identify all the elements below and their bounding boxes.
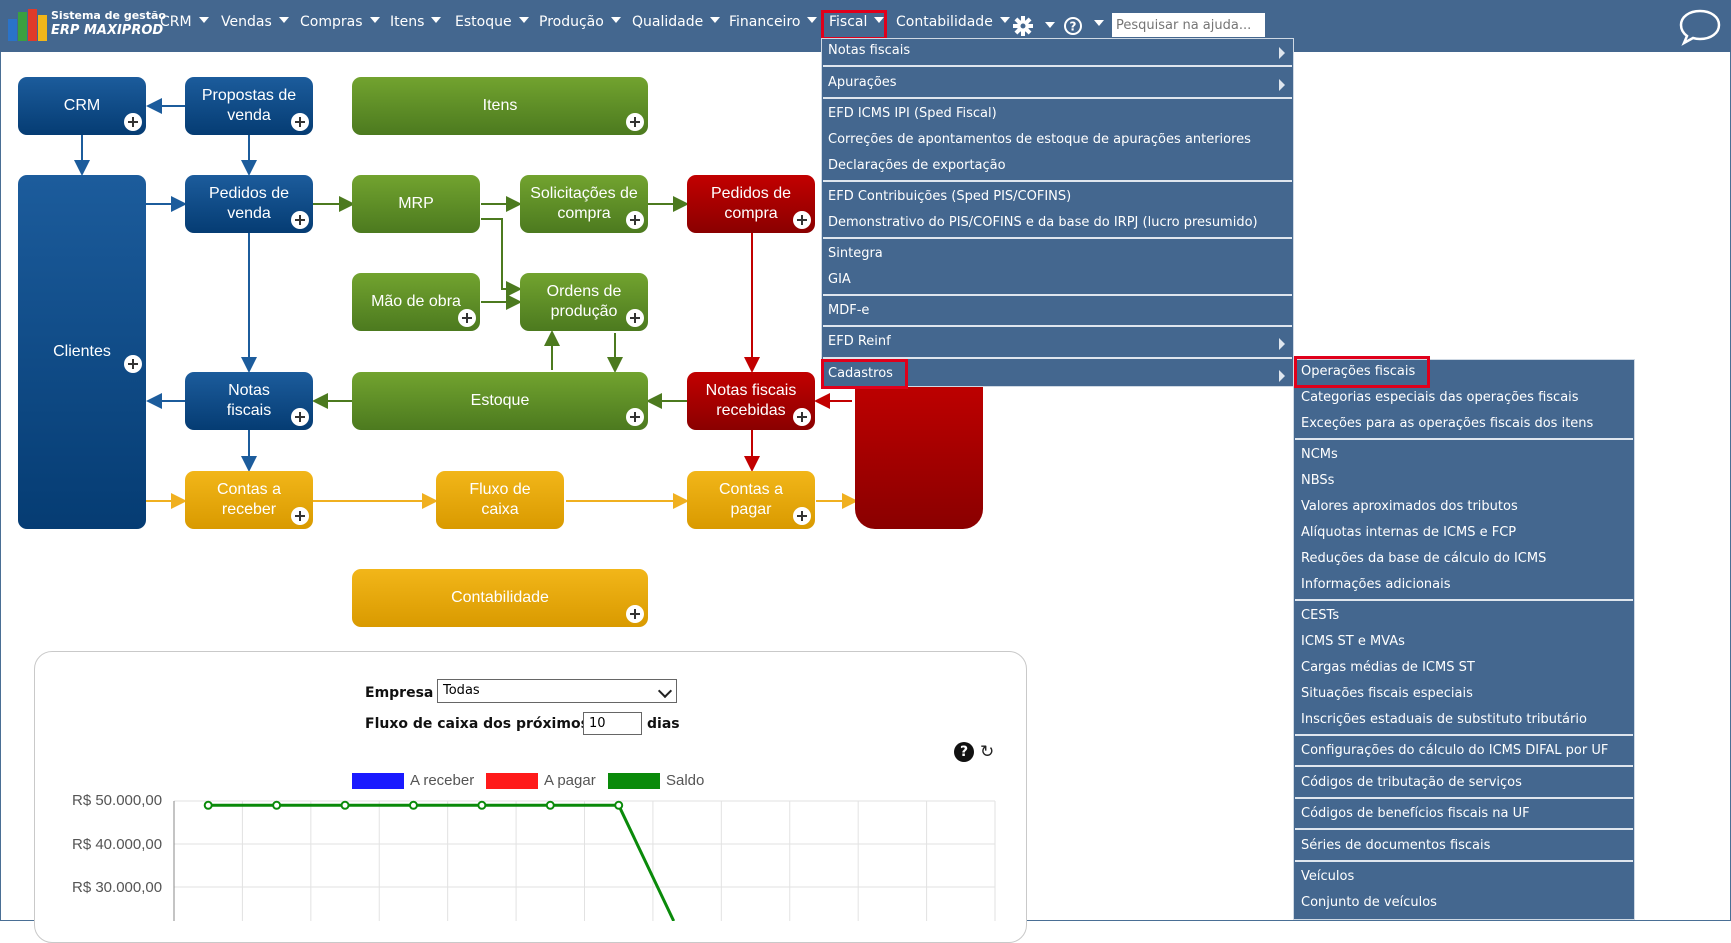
- menu-sintegra[interactable]: Sintegra: [828, 246, 883, 261]
- menu-separator: [1295, 438, 1633, 440]
- submenu-codigos-tributacao[interactable]: Códigos de tributação de serviços: [1301, 775, 1522, 790]
- data-point-saldo: [203, 800, 213, 810]
- menu-separator: [1295, 765, 1633, 767]
- data-point-saldo: [340, 800, 350, 810]
- menu-separator: [823, 180, 1292, 182]
- menu-mdfe[interactable]: MDF-e: [828, 303, 869, 318]
- submenu-codigos-beneficios[interactable]: Códigos de benefícios fiscais na UF: [1301, 806, 1530, 821]
- submenu-conjunto-veiculos[interactable]: Conjunto de veículos: [1301, 895, 1437, 910]
- menu-separator: [1295, 860, 1633, 862]
- menu-separator: [823, 65, 1292, 67]
- submenu-categorias-especiais[interactable]: Categorias especiais das operações fisca…: [1301, 390, 1579, 405]
- menu-separator: [823, 294, 1292, 296]
- menu-notas-fiscais[interactable]: Notas fiscais: [828, 43, 910, 58]
- submenu-reducoes-base[interactable]: Reduções da base de cálculo do ICMS: [1301, 551, 1546, 566]
- submenu-icms-st-mvas[interactable]: ICMS ST e MVAs: [1301, 634, 1405, 649]
- submenu-cargas-medias[interactable]: Cargas médias de ICMS ST: [1301, 660, 1475, 675]
- menu-separator: [1295, 828, 1633, 830]
- menu-separator: [1295, 599, 1633, 601]
- menu-separator: [823, 97, 1292, 99]
- submenu-inscricoes-estaduais[interactable]: Inscrições estaduais de substituto tribu…: [1301, 712, 1587, 727]
- cadastros-highlight: [821, 359, 908, 389]
- menu-gia[interactable]: GIA: [828, 272, 851, 287]
- menu-apuracoes[interactable]: Apurações: [828, 75, 897, 90]
- data-point-saldo: [272, 800, 282, 810]
- menu-demonstrativo-pis-cofins[interactable]: Demonstrativo do PIS/COFINS e da base do…: [828, 215, 1258, 230]
- cadastros-submenu: Operações fiscais Categorias especiais d…: [1293, 359, 1635, 920]
- submenu-situacoes-especiais[interactable]: Situações fiscais especiais: [1301, 686, 1473, 701]
- submenu-icms-difal[interactable]: Configurações do cálculo do ICMS DIFAL p…: [1301, 743, 1608, 758]
- menu-separator: [823, 325, 1292, 327]
- submenu-veiculos[interactable]: Veículos: [1301, 869, 1354, 884]
- menu-separator: [1295, 734, 1633, 736]
- submenu-aliquotas-icms[interactable]: Alíquotas internas de ICMS e FCP: [1301, 525, 1516, 540]
- submenu-ncms[interactable]: NCMs: [1301, 447, 1338, 462]
- submenu-series-documentos[interactable]: Séries de documentos fiscais: [1301, 838, 1490, 853]
- menu-declaracoes-exportacao[interactable]: Declarações de exportação: [828, 158, 1006, 173]
- chevron-right-icon: [1279, 79, 1285, 91]
- chevron-right-icon: [1279, 370, 1285, 382]
- data-point-saldo: [477, 800, 487, 810]
- submenu-informacoes-adicionais[interactable]: Informações adicionais: [1301, 577, 1451, 592]
- menu-efd-reinf[interactable]: EFD Reinf: [828, 334, 891, 349]
- submenu-cests[interactable]: CESTs: [1301, 608, 1339, 623]
- data-point-saldo: [408, 800, 418, 810]
- submenu-excecoes-operacoes[interactable]: Exceções para as operações fiscais dos i…: [1301, 416, 1593, 431]
- menu-efd-icms-ipi[interactable]: EFD ICMS IPI (Sped Fiscal): [828, 106, 997, 121]
- submenu-valores-tributos[interactable]: Valores aproximados dos tributos: [1301, 499, 1518, 514]
- series-line-saldo: [208, 803, 676, 921]
- menu-separator: [823, 237, 1292, 239]
- chevron-right-icon: [1279, 338, 1285, 350]
- chevron-right-icon: [1279, 47, 1285, 59]
- data-point-saldo: [614, 800, 624, 810]
- menu-efd-contribuicoes[interactable]: EFD Contribuições (Sped PIS/COFINS): [828, 189, 1071, 204]
- menu-correcoes-apontamentos[interactable]: Correções de apontamentos de estoque de …: [828, 132, 1251, 147]
- menu-separator: [1295, 797, 1633, 799]
- data-point-saldo: [545, 800, 555, 810]
- operacoes-fiscais-highlight: [1294, 356, 1430, 388]
- submenu-nbss[interactable]: NBSs: [1301, 473, 1334, 488]
- fiscal-dropdown-menu: Notas fiscais Apurações EFD ICMS IPI (Sp…: [821, 38, 1294, 387]
